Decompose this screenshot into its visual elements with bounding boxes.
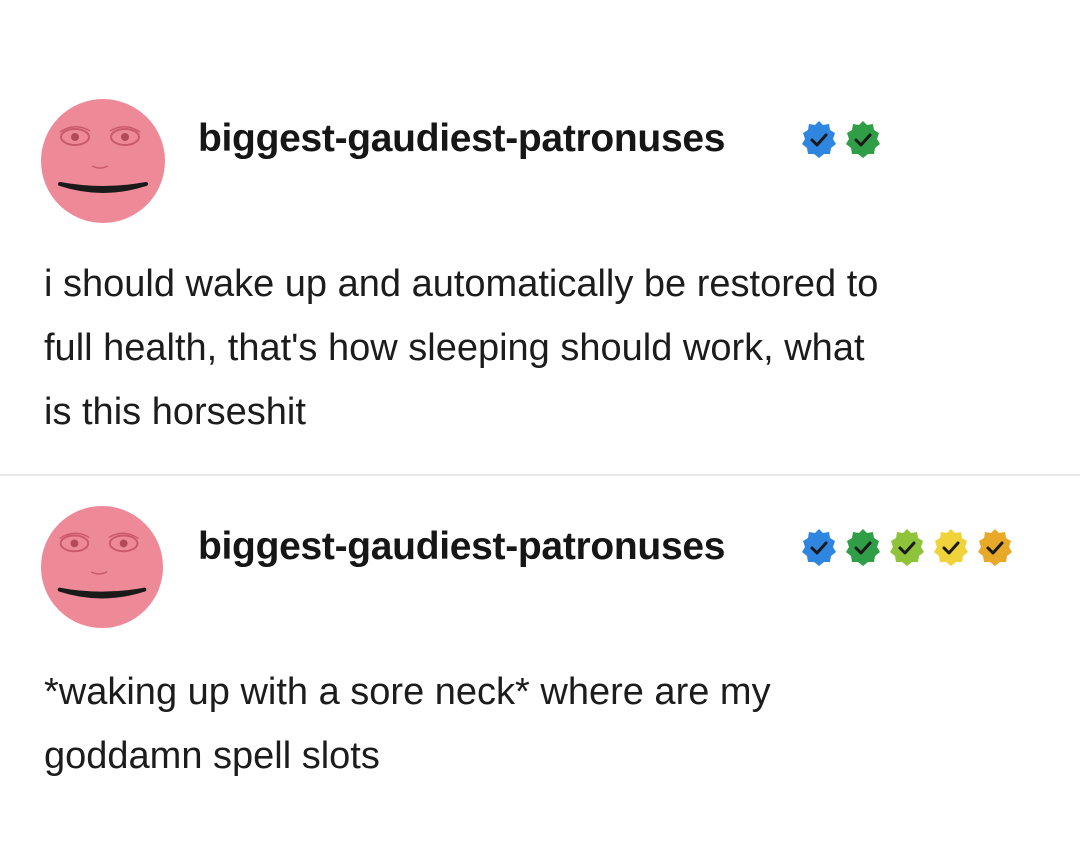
username[interactable]: biggest-gaudiest-patronuses xyxy=(198,525,725,569)
avatar[interactable] xyxy=(40,505,164,629)
post-header: biggest-gaudiest-patronuses xyxy=(0,505,1080,635)
verified-check-badge-icon[interactable] xyxy=(842,119,884,161)
username[interactable]: biggest-gaudiest-patronuses xyxy=(198,117,725,161)
post-body: i should wake up and automatically be re… xyxy=(44,252,1044,444)
post: biggest-gaudiest-patronuses i should wak… xyxy=(0,95,1080,433)
verified-check-badge-icon[interactable] xyxy=(842,527,884,569)
post-text-line: *waking up with a sore neck* where are m… xyxy=(44,671,771,713)
post-body: *waking up with a sore neck* where are m… xyxy=(44,660,1044,788)
badge-row xyxy=(798,119,884,161)
avatar[interactable] xyxy=(40,98,166,224)
post-text-line: is this horseshit xyxy=(44,391,306,433)
verified-check-badge-icon[interactable] xyxy=(798,527,840,569)
verified-check-badge-icon[interactable] xyxy=(930,527,972,569)
verified-check-badge-icon[interactable] xyxy=(886,527,928,569)
badge-row xyxy=(798,527,1016,569)
post-text-line: goddamn spell slots xyxy=(44,735,380,777)
reblog-post: biggest-gaudiest-patronuses *waking up w… xyxy=(0,505,1080,777)
post-text-line: i should wake up and automatically be re… xyxy=(44,263,879,305)
post-divider xyxy=(0,474,1080,476)
post-header: biggest-gaudiest-patronuses xyxy=(0,95,1080,225)
verified-check-badge-icon[interactable] xyxy=(974,527,1016,569)
post-text-line: full health, that's how sleeping should … xyxy=(44,327,865,369)
verified-check-badge-icon[interactable] xyxy=(798,119,840,161)
